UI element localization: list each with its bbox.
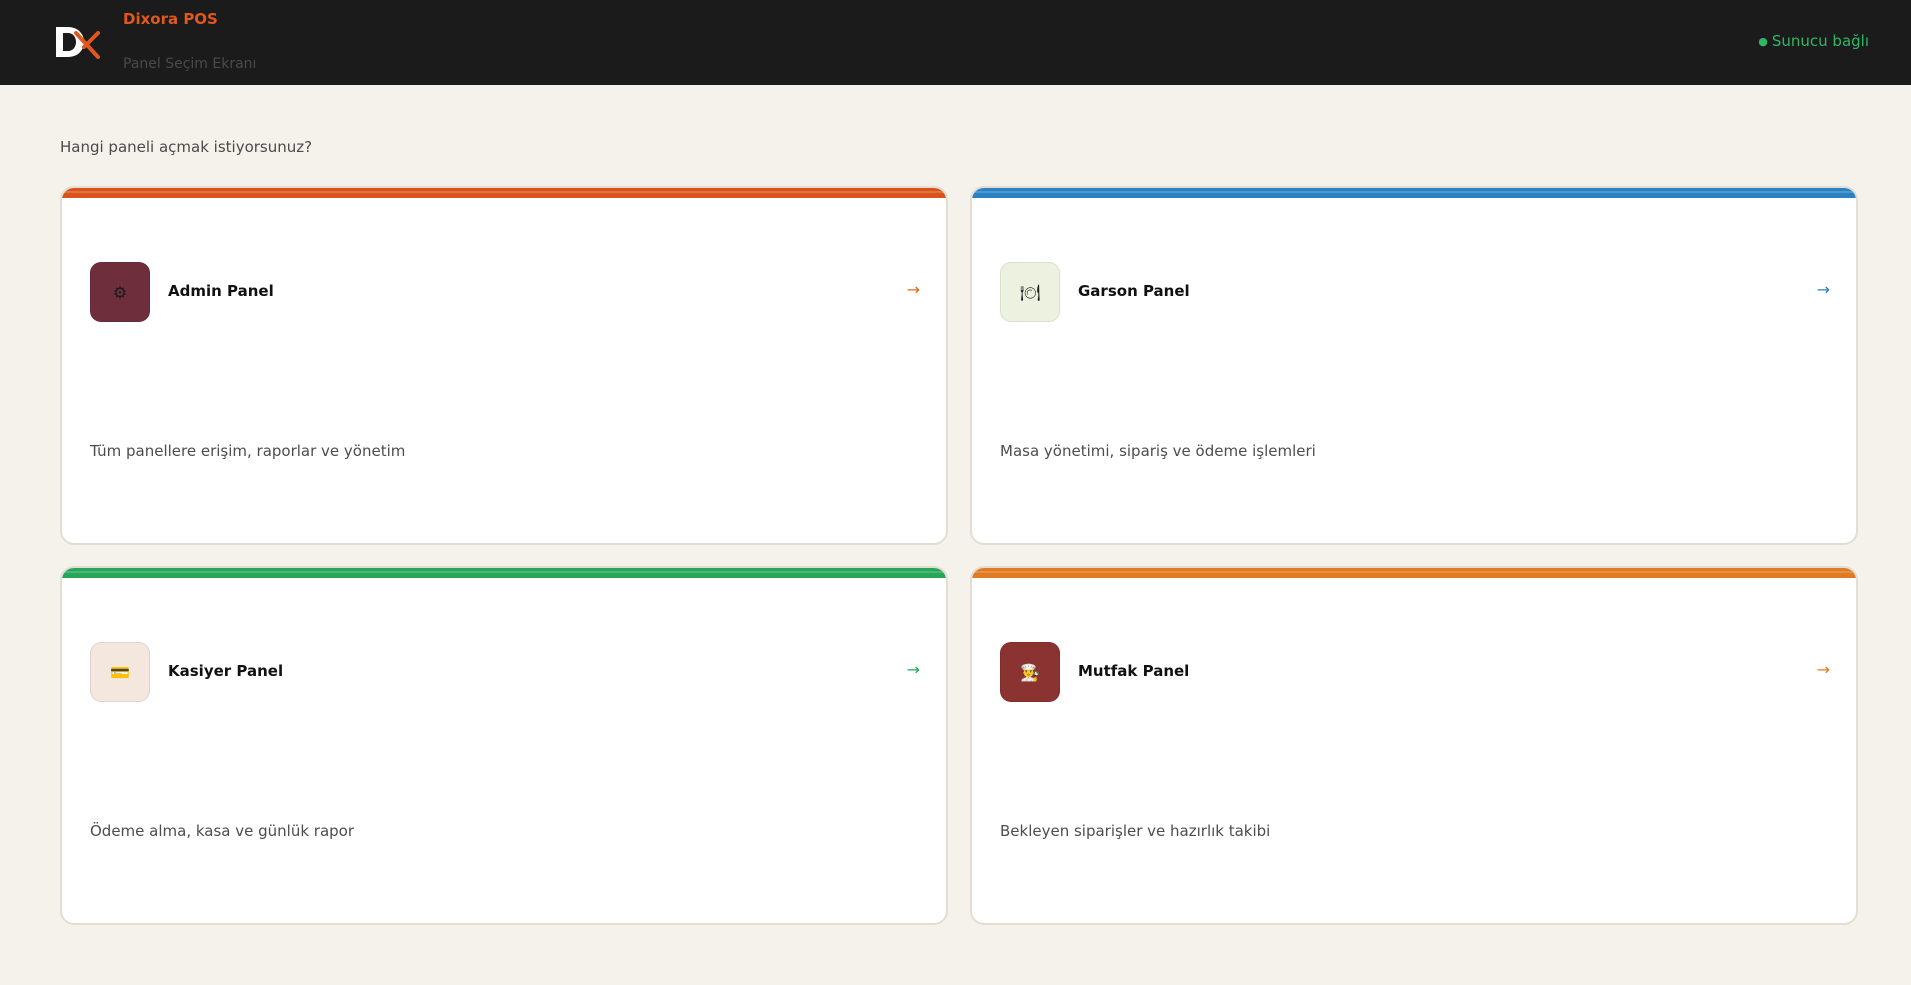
brand-title: Dixora POS — [123, 10, 218, 28]
panel-description: Bekleyen siparişler ve hazırlık takibi — [1000, 822, 1271, 840]
panel-title: Mutfak Panel — [1078, 662, 1190, 680]
panel-description: Masa yönetimi, sipariş ve ödeme işlemler… — [1000, 442, 1316, 460]
arrow-right-icon[interactable]: → — [1817, 280, 1830, 299]
status-dot-icon: ● — [1758, 35, 1768, 48]
panel-description: Ödeme alma, kasa ve günlük rapor — [90, 822, 355, 840]
chef-icon: 👨‍🍳 — [1000, 642, 1060, 702]
panel-description: Tüm panellere erişim, raporlar ve yöneti… — [90, 442, 406, 460]
panel-card-admin[interactable]: ⚙ Admin Panel → Tüm panellere erişim, ra… — [60, 186, 948, 545]
panel-prompt: Hangi paneli açmak istiyorsunuz? — [60, 138, 313, 156]
page-subtitle: Panel Seçim Ekranı — [123, 56, 257, 72]
arrow-right-icon[interactable]: → — [1817, 660, 1830, 679]
credit-card-icon: 💳 — [90, 642, 150, 702]
server-status: ● Sunucu bağlı — [1758, 32, 1869, 50]
card-accent-bar — [62, 188, 946, 198]
panel-title: Kasiyer Panel — [168, 662, 284, 680]
dx-logo-icon — [56, 27, 100, 59]
arrow-right-icon[interactable]: → — [907, 660, 920, 679]
panel-title: Admin Panel — [168, 282, 274, 300]
panel-card-mutfak[interactable]: 👨‍🍳 Mutfak Panel → Bekleyen siparişler v… — [970, 566, 1858, 925]
panel-card-kasiyer[interactable]: 💳 Kasiyer Panel → Ödeme alma, kasa ve gü… — [60, 566, 948, 925]
server-status-text: Sunucu bağlı — [1771, 32, 1869, 50]
gear-icon: ⚙ — [90, 262, 150, 322]
panel-title: Garson Panel — [1078, 282, 1190, 300]
card-accent-bar — [972, 188, 1856, 198]
top-bar: Dixora POS Panel Seçim Ekranı ● Sunucu ba… — [0, 0, 1911, 85]
card-accent-bar — [62, 568, 946, 578]
panel-card-garson[interactable]: 🍽 Garson Panel → Masa yönetimi, sipariş … — [970, 186, 1858, 545]
arrow-right-icon[interactable]: → — [907, 280, 920, 299]
card-accent-bar — [972, 568, 1856, 578]
plate-icon: 🍽 — [1000, 262, 1060, 322]
